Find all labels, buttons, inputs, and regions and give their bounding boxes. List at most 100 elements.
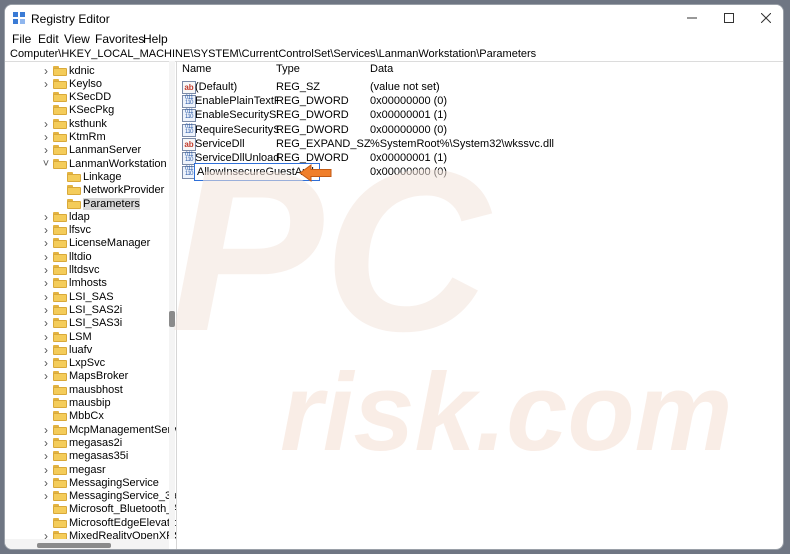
tree-item[interactable]: MbbCx [41,410,104,423]
tree-vertical-scroll-thumb[interactable] [169,311,175,327]
value-row[interactable]: 011 110 AllowInsecureGuestAuth 0x00000000 … [182,163,782,182]
menu-help[interactable]: Help [143,32,168,46]
chevron-right-icon[interactable]: › [41,463,51,477]
chevron-right-icon[interactable]: › [41,250,51,264]
tree-item-label: MessagingService_3a26 [69,490,176,503]
value-data: 0x00000001 (1) [370,152,448,164]
folder-icon [53,437,67,448]
value-row[interactable]: ab ServiceDll REG_EXPAND_SZ %SystemRoot%\Sy… [182,137,782,151]
chevron-right-icon[interactable]: › [41,210,51,224]
tree-item[interactable]: › lfsvc [41,223,91,237]
tree-item[interactable]: ˅ LanmanWorkstation [41,157,167,170]
chevron-right-icon[interactable]: › [41,64,51,78]
chevron-right-icon[interactable]: › [41,449,51,463]
column-header-type[interactable]: Type [276,63,300,75]
chevron-right-icon[interactable]: › [41,356,51,370]
folder-icon [67,171,81,182]
chevron-down-icon[interactable]: ˅ [41,157,51,170]
value-row[interactable]: 011 110EnablePlainTextP...REG_DWORD 0x000… [182,94,782,109]
chevron-right-icon[interactable]: › [41,130,51,144]
menu-favorites[interactable]: Favorites [95,32,144,46]
registry-editor-window: Registry Editor File Edit View Favorites… [4,4,784,550]
folder-icon [53,517,67,528]
tree-item[interactable]: › LSM [41,330,92,344]
tree-vertical-scrollbar[interactable] [169,61,175,539]
chevron-right-icon[interactable]: › [41,369,51,383]
chevron-right-icon[interactable]: › [41,77,51,91]
chevron-right-icon[interactable]: › [41,143,51,157]
value-row[interactable]: 011 110RequireSecuritySi...REG_DWORD 0x00… [182,123,782,137]
tree-item[interactable]: Linkage [55,170,122,183]
folder-icon [53,105,67,116]
tree-item[interactable]: › McpManagementService [41,423,176,437]
tree-item[interactable]: mausbip [41,397,111,410]
tree-item[interactable]: › LSI_SAS3i [41,316,122,330]
key-tree[interactable]: › kdnic › Keylso KSecDD KSecPkg › ksthunk › KtmRm… [5,61,177,549]
tree-item[interactable]: mausbhost [41,383,123,396]
tree-item[interactable]: › Keylso [41,77,102,91]
value-row[interactable]: ab (Default) REG_SZ (value not set) [182,80,782,94]
tree-item[interactable]: › megasas35i [41,449,128,463]
chevron-right-icon[interactable]: › [41,343,51,357]
tree-item[interactable]: MicrosoftEdgeElevation [41,516,176,529]
chevron-right-icon[interactable]: › [41,476,51,490]
tree-item[interactable]: › megasr [41,463,106,477]
menu-edit[interactable]: Edit [38,32,59,46]
tree-item[interactable]: NetworkProvider [55,184,164,197]
tree-item[interactable]: › lltdio [41,250,92,264]
close-button[interactable] [743,5,783,31]
tree-item[interactable]: › KtmRm [41,130,106,144]
tree-item[interactable]: KSecDD [41,91,111,104]
chevron-right-icon[interactable]: › [41,316,51,330]
column-header-data[interactable]: Data [370,63,393,75]
tree-item-label: LanmanWorkstation [69,157,167,170]
chevron-right-icon[interactable]: › [41,303,51,317]
tree-item[interactable]: › MessagingService_3a26 [41,489,176,503]
tree-item-label: kdnic [69,64,95,77]
address-bar[interactable]: Computer\HKEY_LOCAL_MACHINE\SYSTEM\Curre… [5,47,783,62]
chevron-right-icon[interactable]: › [41,117,51,131]
menu-view[interactable]: View [64,32,90,46]
chevron-right-icon[interactable]: › [41,436,51,450]
tree-item-label: MapsBroker [69,370,129,383]
tree-item[interactable]: › LSI_SAS2i [41,303,122,317]
tree-item[interactable]: › MessagingService [41,476,159,490]
tree-item[interactable]: › ksthunk [41,117,107,131]
chevron-right-icon[interactable]: › [41,276,51,290]
value-row[interactable]: 011 110 EnableSecuritySi... REG_DWORD 0x000… [182,108,782,123]
tree-item[interactable]: KSecPkg [41,104,114,117]
tree-item[interactable]: › LanmanServer [41,143,141,157]
tree-item[interactable]: Microsoft_Bluetooth_Avrcp [41,503,176,516]
tree-item[interactable]: › kdnic [41,64,95,78]
column-header-name[interactable]: Name [182,63,211,75]
tree-item[interactable]: › MapsBroker [41,369,129,383]
chevron-right-icon[interactable]: › [41,236,51,250]
tree-item[interactable]: › megasas2i [41,436,122,450]
chevron-right-icon[interactable]: › [41,489,51,503]
menu-file[interactable]: File [12,32,31,46]
tree-item-label: ksthunk [69,117,107,130]
chevron-right-icon[interactable]: › [41,423,51,437]
folder-icon [53,451,67,462]
tree-item[interactable]: › lltdsvc [41,263,100,277]
tree-item[interactable]: › LicenseManager [41,236,150,250]
tree-item[interactable]: › ldap [41,210,90,224]
values-list[interactable]: Name Type Data ab (Default) REG_SZ (value n… [177,61,783,549]
chevron-right-icon[interactable]: › [41,263,51,277]
tree-item-label: lfsvc [69,224,91,237]
tree-item[interactable]: › luafv [41,343,92,357]
chevron-right-icon[interactable]: › [41,290,51,304]
tree-item[interactable]: › LSI_SAS [41,290,114,304]
tree-item[interactable]: Parameters [55,197,140,210]
chevron-right-icon[interactable]: › [41,330,51,344]
tree-horizontal-scroll-thumb[interactable] [37,543,111,548]
folder-icon [53,118,67,129]
folder-icon [53,304,67,315]
registry-editor-icon [13,12,25,24]
tree-item[interactable]: › LxpSvc [41,356,105,370]
tree-item[interactable]: › lmhosts [41,276,107,290]
chevron-right-icon[interactable]: › [41,223,51,237]
